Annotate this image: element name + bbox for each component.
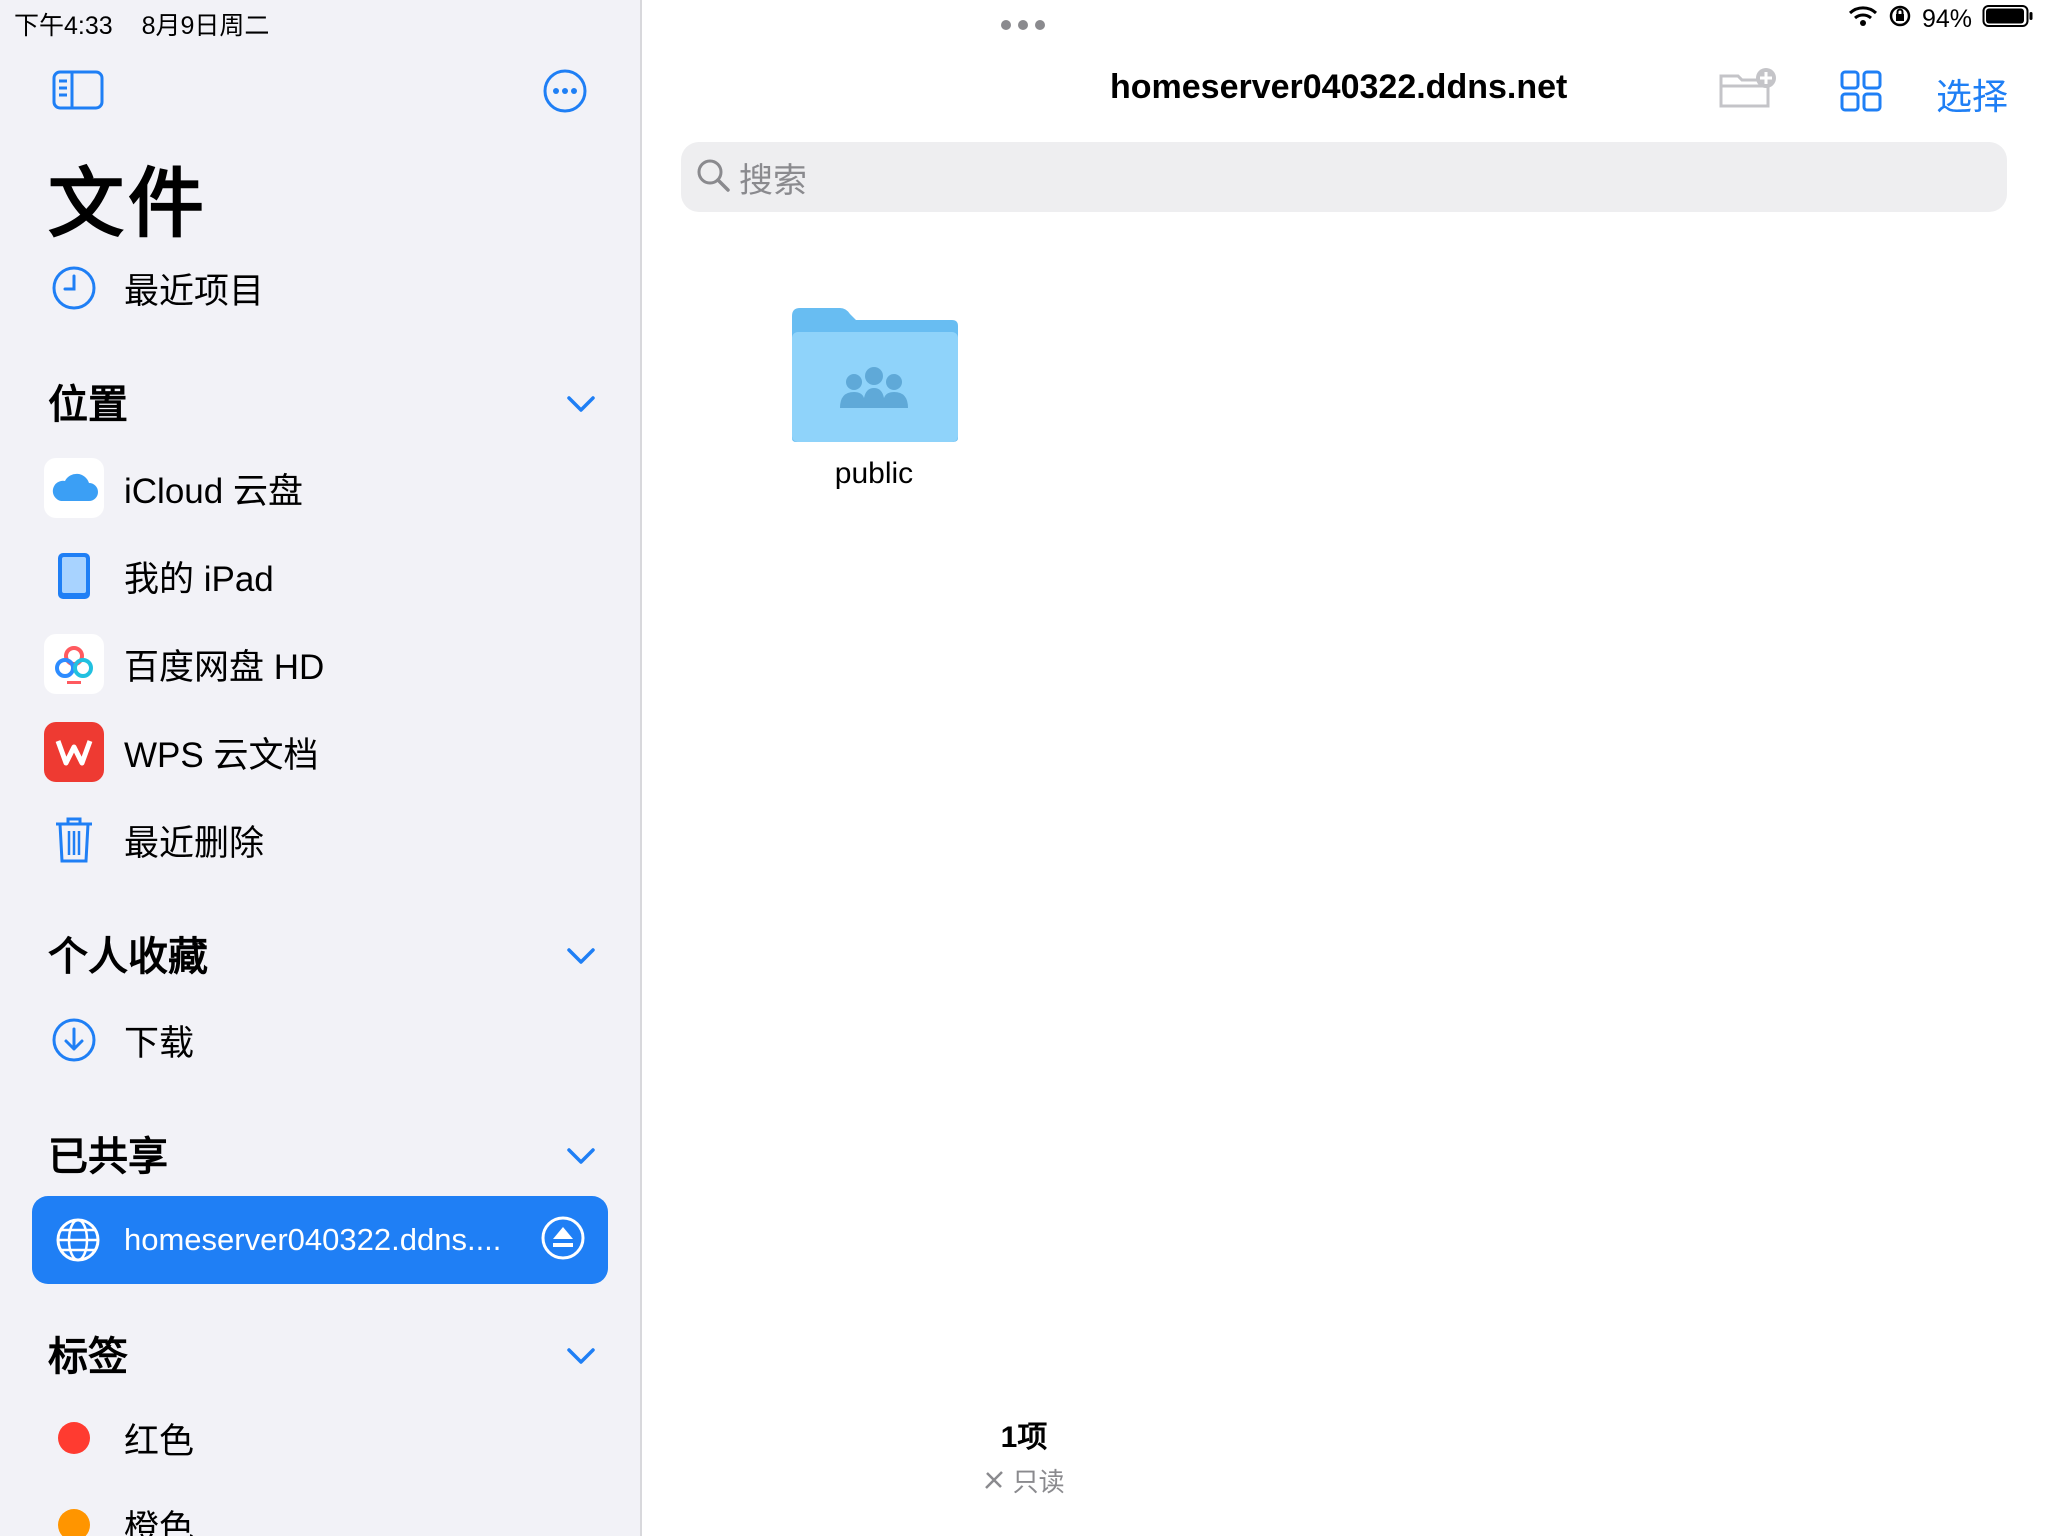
sidebar-item-recently-deleted[interactable]: 最近删除	[44, 805, 264, 875]
select-button[interactable]: 选择	[1936, 68, 2008, 120]
sidebar-item-label: 最近删除	[124, 823, 265, 863]
orange-tag-dot-icon	[58, 1509, 90, 1536]
section-header-locations[interactable]: 位置	[48, 372, 596, 430]
orientation-lock-icon	[1888, 4, 1912, 35]
chevron-down-icon[interactable]	[566, 1131, 596, 1176]
sidebar-item-baidu[interactable]: 百度网盘 HD	[44, 629, 324, 699]
sidebar-item-icloud[interactable]: iCloud 云盘	[44, 453, 303, 523]
item-count: 1项	[1000, 1421, 1048, 1454]
section-header-shared[interactable]: 已共享	[48, 1124, 596, 1182]
globe-icon	[48, 1210, 108, 1270]
baidu-netdisk-icon	[44, 634, 104, 694]
sidebar-item-label: iCloud 云盘	[124, 471, 303, 511]
sidebar-item-recents[interactable]: 最近项目	[44, 253, 264, 323]
shared-folder-icon	[788, 306, 960, 447]
search-icon	[695, 157, 731, 198]
section-title: 标签	[48, 1335, 128, 1379]
icloud-icon	[44, 458, 104, 518]
status-bar-left: 下午4:33 8月9日周二	[14, 6, 291, 42]
download-icon	[44, 1010, 104, 1070]
sidebar-item-label: homeserver040322.ddns....	[124, 1222, 502, 1257]
wps-icon	[44, 722, 104, 782]
sidebar-item-label: 我的 iPad	[124, 559, 274, 599]
trash-icon	[44, 810, 104, 870]
status-bar-right: 94%	[1848, 4, 2034, 35]
section-header-tags[interactable]: 标签	[48, 1324, 596, 1382]
multitasking-dots-icon[interactable]	[1000, 18, 1046, 37]
page-title: homeserver040322.ddns.net	[1110, 68, 1568, 106]
sidebar: 下午4:33 8月9日周二 文件 最近项目 位置 iCloud 云盘 我的 iP…	[0, 0, 642, 1536]
new-folder-icon[interactable]	[1718, 66, 1778, 115]
sidebar-item-label: 橙色	[124, 1508, 195, 1536]
eject-icon[interactable]	[540, 1215, 586, 1266]
status-time: 下午4:33	[14, 12, 113, 40]
chevron-down-icon[interactable]	[566, 1331, 596, 1376]
section-title: 已共享	[48, 1135, 168, 1179]
wifi-icon	[1848, 4, 1878, 35]
search-placeholder: 搜索	[739, 161, 807, 200]
chevron-down-icon[interactable]	[566, 379, 596, 424]
sidebar-item-label: 下载	[124, 1023, 195, 1063]
grid-view-icon[interactable]	[1840, 70, 1882, 117]
read-only-status: 只读	[0, 1462, 2048, 1499]
sidebar-toggle-icon[interactable]	[52, 70, 104, 115]
ipad-icon	[44, 546, 104, 606]
sidebar-title: 文件	[48, 162, 208, 247]
folder-item-public[interactable]: public	[788, 306, 960, 491]
battery-percent: 94%	[1921, 5, 1972, 33]
search-field[interactable]: 搜索	[681, 142, 2007, 212]
sidebar-item-label: WPS 云文档	[124, 735, 319, 775]
section-header-favorites[interactable]: 个人收藏	[48, 924, 596, 982]
status-date: 8月9日周二	[141, 12, 270, 40]
chevron-down-icon[interactable]	[566, 931, 596, 976]
section-title: 个人收藏	[48, 935, 208, 979]
read-only-icon	[983, 1467, 1012, 1497]
sidebar-item-wps[interactable]: WPS 云文档	[44, 717, 318, 787]
sidebar-item-label: 最近项目	[124, 271, 265, 311]
clock-icon	[44, 258, 104, 318]
sidebar-item-label: 百度网盘 HD	[124, 647, 325, 687]
folder-name: public	[834, 457, 914, 490]
more-options-icon[interactable]	[542, 68, 588, 119]
battery-icon	[1982, 4, 2034, 35]
sidebar-item-downloads[interactable]: 下载	[44, 1005, 194, 1075]
section-title: 位置	[48, 383, 128, 427]
sidebar-item-homeserver[interactable]: homeserver040322.ddns....	[32, 1196, 608, 1284]
read-only-label: 只读	[1012, 1467, 1065, 1497]
sidebar-item-my-ipad[interactable]: 我的 iPad	[44, 541, 274, 611]
